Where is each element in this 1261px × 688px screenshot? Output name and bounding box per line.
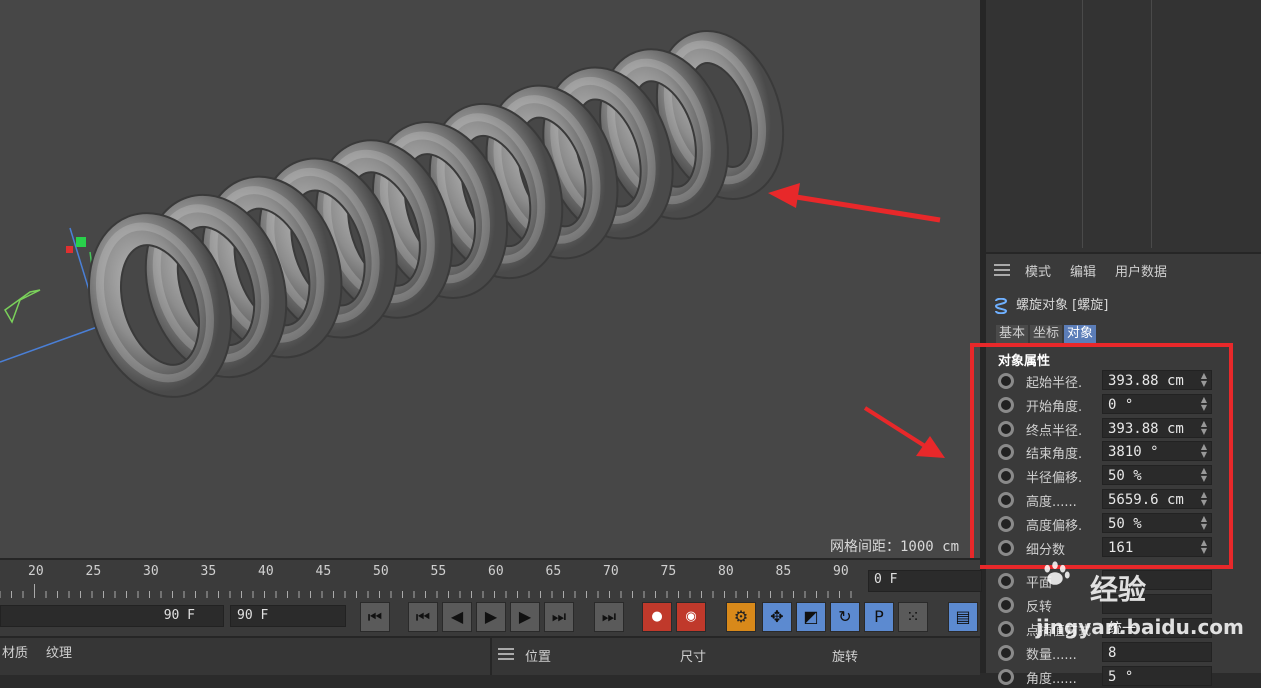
hamburger-icon[interactable] (994, 264, 1010, 277)
goto-end-icon[interactable]: ⏭ (594, 602, 624, 632)
timeline-tick-label: 50 (373, 564, 389, 579)
prev-frame-icon[interactable]: ◀ (442, 602, 472, 632)
arrow-head-1 (768, 183, 800, 208)
move-key-icon[interactable]: ✥ (762, 602, 792, 632)
tab-texture[interactable]: 纹理 (46, 642, 72, 661)
timeline[interactable]: 20 25 30 35 40 45 50 55 60 65 70 75 80 85 90 0 F (0, 558, 982, 602)
viewport-canvas (0, 30, 945, 458)
autokey-icon[interactable]: ◉ (676, 602, 706, 632)
tab-material[interactable]: 材质 (2, 642, 28, 661)
prev-key-icon[interactable]: ⏮ (408, 602, 438, 632)
arrow-head-2 (916, 436, 945, 458)
property-row: 角度...... 5 ° (996, 666, 1216, 688)
property-label: 角度...... (1026, 672, 1077, 687)
attribute-tabs: 基本 坐标 对象 (996, 322, 1098, 343)
timeline-tick-label: 90 (833, 564, 849, 579)
end-frame-field-a[interactable]: 90 F (0, 605, 224, 627)
coord-header-size: 尺寸 (680, 650, 707, 665)
menu-user-data[interactable]: 用户数据 (1115, 261, 1167, 280)
animate-radio-icon[interactable] (998, 669, 1014, 685)
timeline-tick-label: 35 (200, 564, 217, 579)
tab-coord[interactable]: 坐标 (1030, 325, 1063, 343)
helix-spring[interactable] (81, 30, 785, 398)
object-title-text: 螺旋对象 [螺旋] (1016, 298, 1109, 313)
animate-radio-icon[interactable] (998, 621, 1014, 637)
timeline-tick-label: 65 (545, 564, 562, 579)
scale-key-icon[interactable]: ◩ (796, 602, 826, 632)
menu-mode[interactable]: 模式 (1025, 261, 1051, 280)
timeline-tick-label: 20 (28, 564, 44, 579)
tab-basic[interactable]: 基本 (996, 325, 1029, 343)
next-key-icon[interactable]: ⏭ (544, 602, 574, 632)
coord-menu-icon[interactable] (498, 648, 514, 661)
bottom-panels: 材质 纹理 位置 尺寸 旋转 (0, 636, 980, 675)
timeline-tick-label: 25 (85, 564, 102, 579)
timeline-tick-label: 30 (143, 564, 159, 579)
rotate-key-icon[interactable]: ↻ (830, 602, 860, 632)
timeline-tick-label: 70 (603, 564, 619, 579)
camera-gizmo (4, 289, 41, 324)
play-icon[interactable]: ▶ (476, 602, 506, 632)
tab-object[interactable]: 对象 (1064, 325, 1097, 343)
property-value-field[interactable]: 5 ° (1102, 666, 1212, 686)
property-label: 数量...... (1026, 648, 1077, 663)
object-title: 螺旋对象 [螺旋] (994, 294, 1108, 314)
timeline-ruler (0, 584, 852, 598)
watermark-url: jingyan.baidu.com (1036, 615, 1244, 639)
keyframe-settings-icon[interactable]: ⚙ (726, 602, 756, 632)
transport-bar: 90 F 90 F ⏮ ⏮ ◀ ▶ ▶ ⏭ ⏭ ● ◉ ⚙ ✥ ◩ ↻ P ⁙ … (0, 600, 980, 636)
film-icon[interactable]: ▤ (948, 602, 978, 632)
axis-handle-red (66, 246, 73, 253)
object-manager[interactable] (986, 0, 1261, 254)
axis-handle-green (76, 237, 86, 247)
grid-spacing-label: 网格间距：1000 cm (830, 539, 960, 555)
menu-edit[interactable]: 编辑 (1070, 261, 1096, 280)
goto-start-icon[interactable]: ⏮ (360, 602, 390, 632)
timeline-tick-label: 45 (315, 564, 332, 579)
end-frame-field-b[interactable]: 90 F (230, 605, 346, 627)
animate-radio-icon[interactable] (998, 645, 1014, 661)
coord-header-position: 位置 (525, 650, 552, 665)
animate-radio-icon[interactable] (998, 597, 1014, 613)
coord-header-rotation: 旋转 (832, 650, 859, 665)
current-frame-field[interactable]: 0 F (868, 570, 982, 592)
timeline-tick-label: 75 (660, 564, 677, 579)
helix-object-icon (994, 297, 1008, 314)
property-value-field[interactable]: 8 (1102, 642, 1212, 662)
point-level-icon[interactable]: ⁙ (898, 602, 928, 632)
highlight-box (970, 343, 1233, 569)
3d-viewport[interactable]: 网格间距：1000 cm (0, 0, 980, 558)
attribute-menubar: 模式 编辑 用户数据 (986, 258, 1261, 284)
param-key-icon[interactable]: P (864, 602, 894, 632)
timeline-tick-label: 85 (775, 564, 792, 579)
watermark-text: 经验 (1090, 573, 1147, 606)
arrow-to-spring (789, 193, 941, 223)
timeline-tick-label: 55 (430, 564, 447, 579)
animate-radio-icon[interactable] (998, 573, 1014, 589)
record-key-icon[interactable]: ● (642, 602, 672, 632)
property-row: 数量...... 8 (996, 642, 1216, 664)
arrow-to-panel (863, 406, 930, 450)
timeline-tick-label: 80 (718, 564, 734, 579)
z-axis-line (0, 325, 101, 363)
timeline-tick-label: 40 (258, 564, 274, 579)
next-frame-icon[interactable]: ▶ (510, 602, 540, 632)
timeline-tick-label: 60 (488, 564, 504, 579)
